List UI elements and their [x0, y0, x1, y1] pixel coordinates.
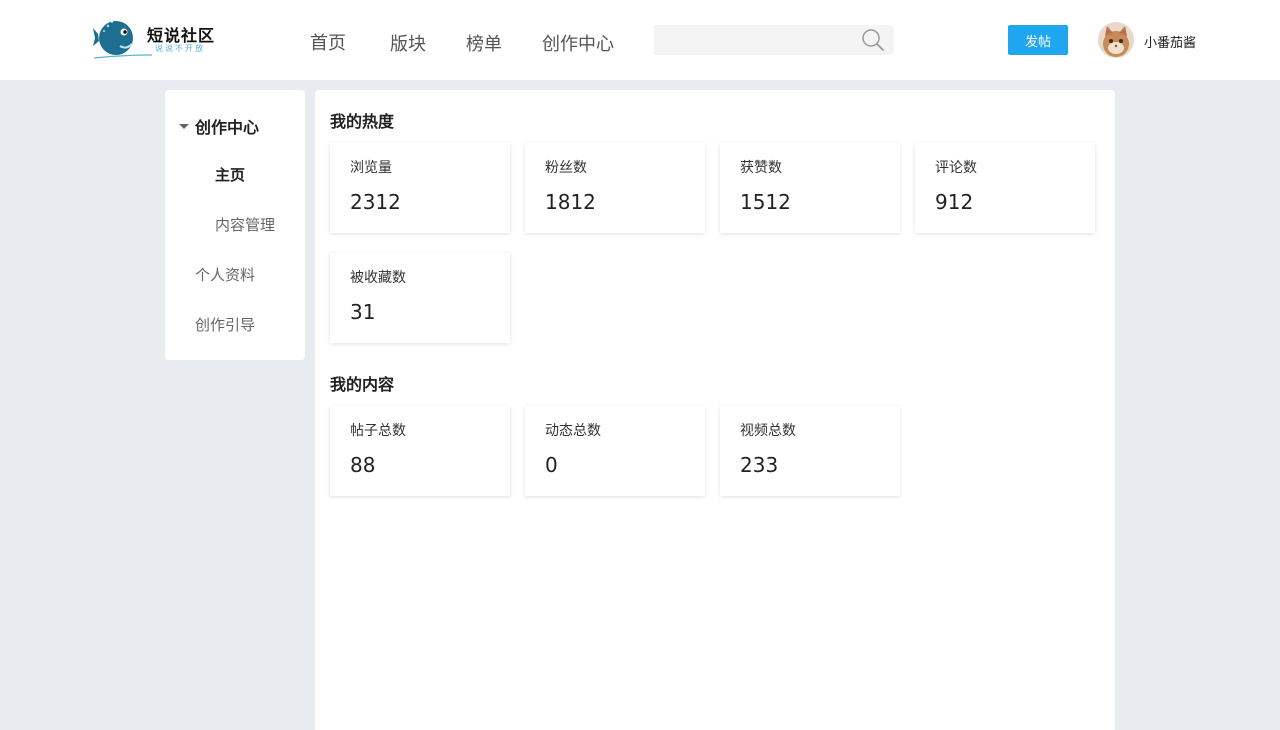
- sidebar-item-creation-guide[interactable]: 创作引导: [195, 314, 255, 335]
- search-box: [654, 25, 894, 55]
- content-section-title: 我的内容: [330, 375, 395, 394]
- heat-section-title: 我的热度: [330, 112, 395, 131]
- site-logo[interactable]: 短说社区 说说不开放: [92, 16, 222, 64]
- stat-label: 评论数: [935, 160, 977, 176]
- stat-card-followers: 粉丝数 1812: [525, 143, 705, 233]
- nav-rankings[interactable]: 榜单: [466, 30, 502, 56]
- stat-card-posts: 帖子总数 88: [330, 406, 510, 496]
- stat-value: 88: [350, 453, 376, 477]
- cat-avatar-icon: [1098, 22, 1134, 58]
- nav-creator-center[interactable]: 创作中心: [542, 30, 614, 56]
- stat-label: 获赞数: [740, 160, 782, 176]
- nav-home[interactable]: 首页: [310, 29, 346, 55]
- avatar[interactable]: [1098, 22, 1134, 58]
- stat-value: 2312: [350, 190, 401, 214]
- search-input[interactable]: [662, 30, 852, 50]
- pufferfish-logo-icon: [93, 21, 152, 59]
- stat-card-favorited: 被收藏数 31: [330, 253, 510, 343]
- sidebar-item-home[interactable]: 主页: [215, 164, 245, 185]
- stat-label: 被收藏数: [350, 270, 406, 286]
- stat-label: 动态总数: [545, 423, 601, 439]
- nav-boards[interactable]: 版块: [390, 30, 426, 56]
- stat-value: 233: [740, 453, 779, 477]
- stat-label: 视频总数: [740, 423, 796, 439]
- sidebar: 创作中心 主页 内容管理 个人资料 创作引导: [165, 90, 305, 360]
- stat-value: 31: [350, 300, 376, 324]
- stat-card-likes: 获赞数 1512: [720, 143, 900, 233]
- caret-down-icon: [179, 124, 189, 129]
- top-navbar: 短说社区 说说不开放 首页 版块 榜单 创作中心 发帖 小番茄酱: [0, 0, 1280, 80]
- stat-value: 1812: [545, 190, 596, 214]
- sidebar-item-profile[interactable]: 个人资料: [195, 264, 255, 285]
- sidebar-group-label: 创作中心: [195, 118, 260, 137]
- stat-label: 帖子总数: [350, 423, 406, 439]
- stat-value: 1512: [740, 190, 791, 214]
- stat-value: 912: [935, 190, 974, 214]
- logo-subtitle: 说说不开放: [155, 44, 205, 53]
- search-icon[interactable]: [861, 28, 885, 52]
- stat-value: 0: [545, 453, 558, 477]
- stat-label: 浏览量: [350, 160, 392, 176]
- post-button[interactable]: 发帖: [1008, 25, 1068, 55]
- main-panel: 我的热度 浏览量 2312 粉丝数 1812 获赞数 1512 评论数 912 …: [315, 90, 1115, 730]
- stat-label: 粉丝数: [545, 160, 587, 176]
- username[interactable]: 小番茄酱: [1144, 32, 1196, 51]
- stat-card-moments: 动态总数 0: [525, 406, 705, 496]
- stat-card-comments: 评论数 912: [915, 143, 1095, 233]
- sidebar-group-creator-center[interactable]: 创作中心: [179, 114, 259, 138]
- sidebar-item-content-management[interactable]: 内容管理: [215, 214, 275, 235]
- stat-card-views: 浏览量 2312: [330, 143, 510, 233]
- stat-card-videos: 视频总数 233: [720, 406, 900, 496]
